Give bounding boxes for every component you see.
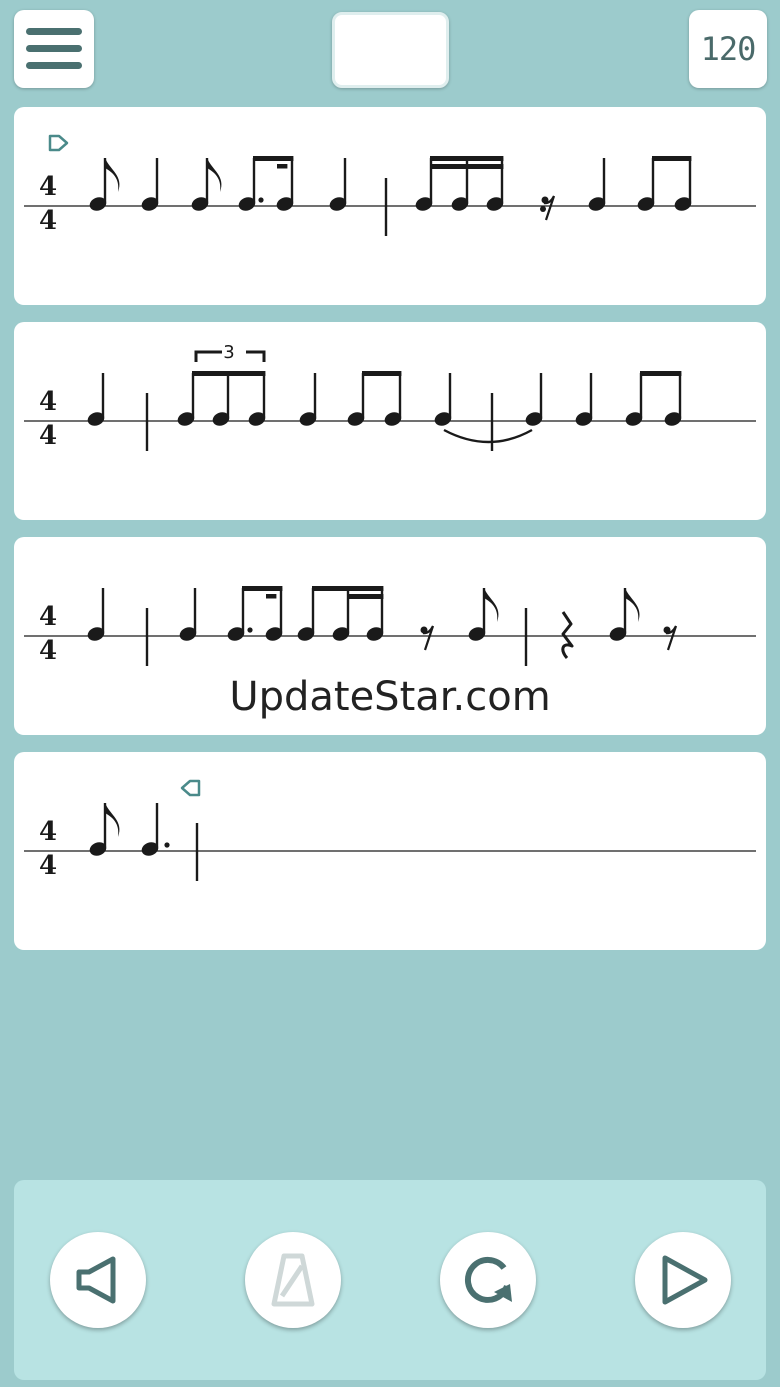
menu-button[interactable]	[14, 10, 94, 88]
staff-4[interactable]: 44	[14, 752, 766, 950]
note-flag	[105, 158, 120, 192]
note-flag	[105, 803, 120, 837]
time-signature-top: 4	[39, 172, 57, 202]
note-beam	[430, 156, 504, 161]
staff-1-notation: 44	[24, 134, 756, 236]
note-flag	[625, 588, 640, 622]
mute-button[interactable]	[50, 1232, 146, 1328]
tempo-button[interactable]: 120	[689, 10, 767, 88]
hamburger-icon	[26, 28, 82, 69]
loop-icon	[464, 1256, 512, 1303]
time-signature-top: 4	[39, 387, 57, 417]
note-beam	[640, 371, 682, 376]
note-beam	[652, 156, 692, 161]
note-beam	[430, 164, 504, 169]
note-beam	[312, 586, 384, 591]
triplet-label: 3	[223, 342, 234, 363]
note-beam	[362, 371, 402, 376]
play-button[interactable]	[635, 1232, 731, 1328]
staff-2[interactable]: 4 4 3	[14, 322, 766, 520]
loop-start-marker	[48, 134, 69, 152]
note-beam	[253, 156, 294, 161]
tie-arc	[443, 428, 533, 444]
speaker-icon	[76, 1256, 116, 1304]
note-dot	[258, 197, 264, 203]
title-field[interactable]	[332, 12, 449, 88]
loop-button[interactable]	[440, 1232, 536, 1328]
note-flag	[484, 588, 499, 622]
playback-controls	[14, 1180, 766, 1380]
staff-1[interactable]: 44	[14, 107, 766, 305]
note-beam	[242, 586, 283, 591]
note-beam-partial	[266, 594, 277, 599]
note-beam	[347, 594, 384, 599]
time-signature-top: 4	[39, 817, 57, 847]
metronome-button[interactable]	[245, 1232, 341, 1328]
staff-4-notation: 44	[24, 779, 756, 881]
sixteenth-rest-dot	[540, 206, 546, 212]
watermark: UpdateStar.com	[229, 674, 551, 720]
note-beam-partial	[277, 164, 288, 169]
note-flag	[207, 158, 222, 192]
quarter-rest	[561, 611, 574, 659]
loop-end-marker	[180, 779, 201, 797]
time-signature-bottom: 4	[39, 636, 57, 666]
time-signature-bottom: 4	[39, 421, 57, 451]
time-signature-bottom: 4	[39, 851, 57, 881]
time-signature-bottom: 4	[39, 206, 57, 236]
time-signature-top: 4	[39, 602, 57, 632]
play-icon	[662, 1255, 708, 1305]
metronome-icon	[271, 1253, 315, 1307]
staff-2-notation: 4 4 3	[24, 342, 756, 451]
note-dot	[247, 627, 253, 633]
note-beam	[192, 371, 266, 376]
note-dot	[164, 842, 170, 848]
